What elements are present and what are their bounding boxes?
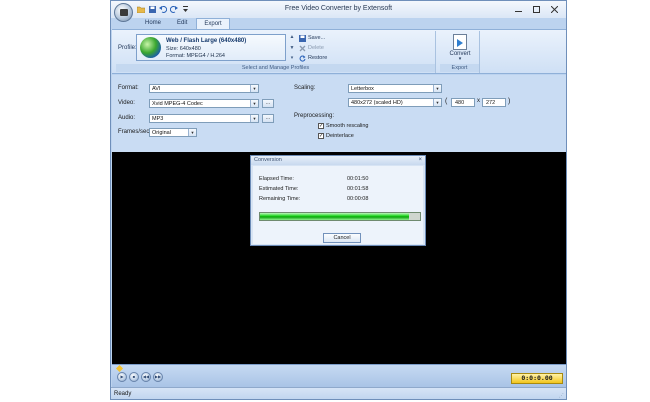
resolution-select[interactable]: 480x272 (scaled HD) ▼: [348, 98, 442, 107]
minimize-icon[interactable]: [510, 3, 527, 15]
format-select[interactable]: AVI ▼: [149, 84, 259, 93]
resize-grip-icon[interactable]: ⋰: [559, 393, 564, 399]
restore-profile-button[interactable]: Restore: [299, 54, 327, 62]
status-text: Ready: [114, 391, 132, 397]
dialog-title-bar: Conversion ×: [251, 156, 425, 165]
width-input[interactable]: 480: [451, 98, 475, 107]
play-icon[interactable]: ▶: [117, 372, 127, 382]
chevron-down-icon: ▼: [433, 85, 441, 92]
resolution-value: 480x272 (scaled HD): [351, 100, 403, 106]
profile-format: Format: MPEG4 / H.264: [166, 53, 225, 59]
chevron-down-icon: ▼: [433, 99, 441, 106]
video-codec-value: Xvid MPEG-4 Codec: [152, 101, 203, 107]
paren-close: ): [508, 98, 511, 105]
profiles-group: Profile: Web / Flash Large (640x480) Siz…: [116, 31, 436, 73]
save-profile-button[interactable]: Save...: [299, 34, 327, 42]
smooth-rescaling-label: Smooth rescaling: [326, 123, 369, 129]
profile-name: Web / Flash Large (640x480): [166, 38, 247, 44]
fast-forward-icon[interactable]: ▶▶: [153, 372, 163, 382]
scroll-down-icon[interactable]: ▼: [290, 45, 295, 51]
save-profile-label: Save...: [308, 35, 326, 41]
stop-icon[interactable]: ■: [129, 372, 139, 382]
conversion-progress-bar: [259, 212, 421, 221]
audio-label: Audio:: [118, 115, 136, 121]
status-bar: Ready ⋰: [111, 387, 566, 399]
times-sign: x: [477, 98, 480, 104]
settings-panel: Format: AVI ▼ Video: Xvid MPEG-4 Codec ▼…: [112, 75, 566, 152]
profile-label: Profile:: [118, 45, 137, 51]
estimated-value: 00:01:58: [347, 186, 369, 192]
chevron-down-icon: ▼: [250, 100, 258, 107]
player-controls: ▶ ■ ◀◀ ▶▶: [117, 372, 163, 382]
chevron-down-icon: ▾: [458, 56, 462, 62]
app-menu-button[interactable]: [114, 3, 133, 22]
audio-settings-button[interactable]: ...: [262, 114, 274, 123]
deinterlace-label: Deinterlace: [326, 133, 354, 139]
audio-codec-select[interactable]: MP3 ▼: [149, 114, 259, 123]
convert-button[interactable]: Convert ▾: [444, 32, 476, 64]
format-label: Format:: [118, 85, 139, 91]
video-label: Video:: [118, 100, 135, 106]
maximize-icon[interactable]: [528, 3, 545, 15]
scaling-value: Letterbox: [351, 86, 374, 92]
preprocessing-label: Preprocessing:: [294, 113, 335, 119]
video-codec-select[interactable]: Xvid MPEG-4 Codec ▼: [149, 99, 259, 108]
chevron-down-icon: ▼: [250, 85, 258, 92]
chevron-down-icon: ▼: [188, 129, 196, 136]
fps-label: Frames/sec:: [118, 129, 152, 135]
video-settings-button[interactable]: ...: [262, 99, 274, 108]
globe-icon: [140, 37, 161, 58]
elapsed-value: 00:01:50: [347, 176, 369, 182]
scroll-up-icon[interactable]: ▲: [290, 34, 295, 40]
profile-selector[interactable]: Web / Flash Large (640x480) Size: 640x48…: [136, 34, 286, 61]
elapsed-label: Elapsed Time:: [259, 176, 294, 182]
fps-value: Original: [152, 130, 171, 136]
restore-profile-label: Restore: [308, 55, 328, 61]
close-icon[interactable]: ×: [418, 156, 422, 165]
audio-codec-value: MP3: [152, 116, 164, 122]
timecode-display: 0:0:0.00: [511, 373, 563, 384]
app-logo-icon: [120, 9, 128, 16]
delete-profile-label: Delete: [308, 45, 324, 51]
smooth-rescaling-checkbox[interactable]: ✓ Smooth rescaling: [318, 123, 369, 129]
rewind-icon[interactable]: ◀◀: [141, 372, 151, 382]
title-bar: Free Video Converter by Extensoft: [111, 1, 566, 22]
delete-icon: [299, 45, 306, 52]
checkmark-icon: ✓: [318, 123, 324, 129]
progress-fill: [260, 213, 409, 220]
restore-icon: [299, 55, 306, 62]
height-input[interactable]: 272: [482, 98, 506, 107]
fps-select[interactable]: Original ▼: [149, 128, 197, 137]
export-group: Convert ▾ Export: [440, 31, 480, 73]
window-controls: [510, 3, 563, 15]
ribbon: Profile: Web / Flash Large (640x480) Siz…: [112, 29, 566, 74]
expand-icon[interactable]: ▾: [291, 55, 294, 61]
checkmark-icon: ✓: [318, 133, 324, 139]
export-group-label: Export: [440, 64, 479, 72]
remaining-value: 00:00:08: [347, 196, 369, 202]
dialog-title: Conversion: [254, 157, 282, 163]
profile-scroller: ▲ ▼ ▾: [288, 34, 296, 61]
window-title: Free Video Converter by Extensoft: [284, 5, 393, 12]
paren-open: (: [445, 98, 448, 105]
dialog-body: Elapsed Time: 00:01:50 Estimated Time: 0…: [253, 166, 423, 244]
delete-profile-button[interactable]: Delete: [299, 44, 327, 52]
estimated-label: Estimated Time:: [259, 186, 299, 192]
player-bar: ▶ ■ ◀◀ ▶▶ 0:0:0.00: [112, 364, 566, 387]
format-value: AVI: [152, 86, 161, 92]
chevron-down-icon: ▼: [250, 115, 258, 122]
remaining-label: Remaining Time:: [259, 196, 301, 202]
deinterlace-checkbox[interactable]: ✓ Deinterlace: [318, 133, 354, 139]
profiles-group-label: Select and Manage Profiles: [116, 64, 435, 72]
scaling-label: Scaling:: [294, 85, 316, 91]
save-icon: [299, 34, 306, 42]
profile-actions: Save... Delete Restore: [299, 34, 327, 62]
close-icon[interactable]: [546, 3, 563, 15]
seek-slider-thumb[interactable]: [115, 364, 124, 373]
scaling-select[interactable]: Letterbox ▼: [348, 84, 442, 93]
profile-size: Size: 640x480: [166, 46, 201, 52]
cancel-button[interactable]: Cancel: [323, 233, 361, 243]
conversion-dialog: Conversion × Elapsed Time: 00:01:50 Esti…: [250, 155, 426, 246]
convert-icon: [453, 34, 467, 50]
